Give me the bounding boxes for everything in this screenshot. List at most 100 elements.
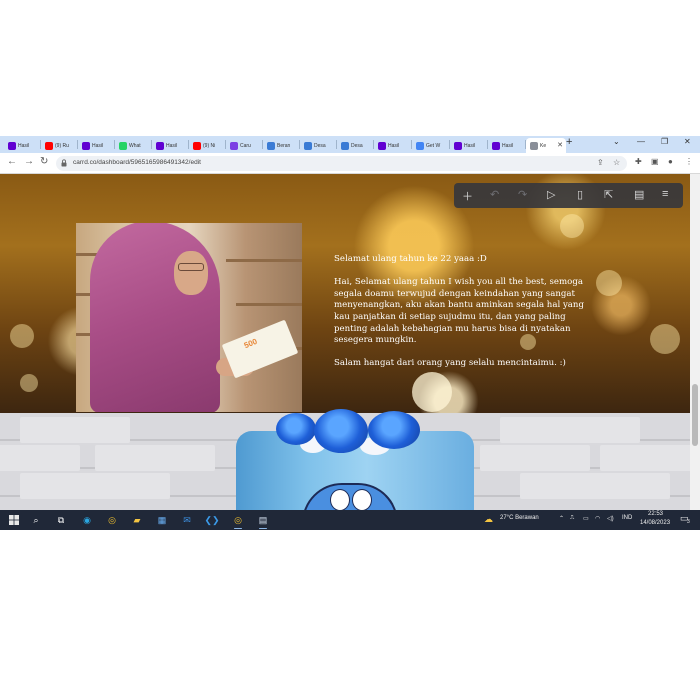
tab-label: Hasil: [92, 142, 104, 149]
close-tab-icon[interactable]: ✕: [557, 141, 563, 149]
mail-icon[interactable]: ✉: [181, 514, 193, 526]
browser-tab[interactable]: Hasil: [488, 138, 525, 153]
carrd-editor-toolbar: ＋ ↶ ↷ ▷ ▯ ⇱ ▤ ≡: [454, 183, 683, 208]
screen: Hasil (9) Ru Hasil What Hasil (9) Ni Caru Beran…: [0, 136, 700, 530]
url-text[interactable]: carrd.co/dashboard/5965165986491342/edit: [73, 159, 201, 166]
tab-label: What: [129, 142, 141, 149]
save-icon[interactable]: ▤: [634, 188, 644, 201]
bookmark-star-icon[interactable]: ☆: [613, 158, 620, 167]
person-face: [174, 251, 208, 295]
add-icon[interactable]: ＋: [462, 188, 473, 204]
browser-tab[interactable]: Hasil: [374, 138, 411, 153]
tab-label: Desa: [351, 142, 363, 149]
carrd-icon: [530, 141, 538, 150]
mobile-preview-icon[interactable]: ▯: [577, 188, 583, 201]
brick: [20, 417, 130, 443]
share-icon[interactable]: ⇪: [597, 158, 604, 167]
clock-time[interactable]: 22:53: [648, 511, 663, 517]
minimize-button[interactable]: —: [637, 137, 645, 146]
person-hijab: [90, 223, 220, 412]
page-content: 500 Selamat ulang tahun ke 22 yaaa :D Ha…: [0, 174, 690, 510]
tab-search-icon[interactable]: ⌄: [613, 137, 620, 146]
page-scrollbar[interactable]: [690, 174, 700, 510]
undo-icon[interactable]: ↶: [490, 188, 499, 201]
maximize-button[interactable]: ❐: [661, 137, 668, 146]
microsoft-store-icon[interactable]: ▦: [156, 514, 168, 526]
file-explorer-icon[interactable]: ▰: [131, 514, 143, 526]
brick: [520, 473, 670, 499]
reload-icon[interactable]: ↻: [40, 156, 48, 167]
scrollbar-thumb[interactable]: [692, 384, 698, 446]
globe-icon: [304, 141, 312, 150]
message-closing[interactable]: Salam hangat dari orang yang selalu menc…: [334, 358, 594, 370]
yahoo-icon: [8, 141, 16, 150]
cake-image-section[interactable]: [0, 409, 690, 510]
shelf: [226, 259, 302, 262]
browser-tab[interactable]: Desa: [337, 138, 373, 153]
menu-icon[interactable]: ≡: [662, 188, 668, 200]
browser-tab[interactable]: Hasil: [450, 138, 487, 153]
usb-icon[interactable]: ⎍: [570, 515, 574, 522]
windows-start-icon[interactable]: [9, 515, 19, 525]
clock-date[interactable]: 14/08/2023: [640, 520, 670, 526]
globe-icon: [267, 141, 275, 150]
battery-icon[interactable]: ▭: [583, 515, 589, 522]
extensions-icon[interactable]: ✚: [635, 157, 642, 166]
browser-tab[interactable]: (9) Ru: [41, 138, 77, 153]
tab-label: Beran: [277, 142, 291, 149]
bokeh-light: [650, 324, 680, 354]
browser-tab[interactable]: (9) Ni: [189, 138, 225, 153]
browser-tab[interactable]: Ke ✕: [526, 138, 566, 153]
globe-icon: [341, 141, 349, 150]
show-hidden-icons-icon[interactable]: ⌃: [559, 515, 564, 522]
doraemon-eye: [352, 489, 372, 510]
redo-icon[interactable]: ↷: [518, 188, 527, 201]
browser-tab[interactable]: Beran: [263, 138, 299, 153]
publish-icon[interactable]: ⇱: [604, 188, 613, 201]
close-window-button[interactable]: ✕: [684, 137, 691, 146]
weather-text[interactable]: 27°C Berawan: [500, 515, 539, 521]
tab-label: Ke: [540, 142, 547, 149]
yahoo-icon: [454, 141, 462, 150]
profile-icon[interactable]: ●: [668, 157, 673, 166]
forward-icon[interactable]: →: [24, 156, 34, 167]
volume-icon[interactable]: ◁): [607, 515, 614, 522]
wifi-icon[interactable]: ◠: [595, 515, 600, 522]
chrome-active-icon[interactable]: ◎: [232, 514, 244, 526]
running-indicator: [234, 527, 242, 529]
more-menu-icon[interactable]: ⋮: [685, 157, 693, 166]
message-body[interactable]: Hai, Selamat ulang tahun I wish you all …: [334, 277, 594, 347]
vscode-icon[interactable]: ❮❯: [204, 514, 219, 526]
brick: [0, 445, 80, 471]
browser-tab[interactable]: Get W: [412, 138, 449, 153]
chrome-icon[interactable]: ◎: [106, 514, 118, 526]
blue-rose: [314, 409, 368, 453]
whatsapp-icon: [119, 141, 127, 150]
address-bar[interactable]: carrd.co/dashboard/5965165986491342/edit…: [56, 156, 627, 171]
back-icon[interactable]: ←: [7, 156, 17, 167]
tab-label: Caru: [240, 142, 251, 149]
new-tab-button[interactable]: +: [566, 136, 572, 148]
notepad-icon[interactable]: ▤: [257, 514, 269, 526]
browser-tab[interactable]: Hasil: [152, 138, 188, 153]
google-icon: [416, 141, 424, 150]
edge-icon[interactable]: ◉: [81, 514, 93, 526]
birthday-message[interactable]: Selamat ulang tahun ke 22 yaaa :D Hai, S…: [334, 254, 594, 382]
weather-icon[interactable]: ☁: [484, 514, 493, 525]
browser-tab[interactable]: Hasil: [78, 138, 114, 153]
side-panel-icon[interactable]: ▣: [651, 157, 659, 166]
browser-tab[interactable]: What: [115, 138, 151, 153]
lock-icon[interactable]: [61, 159, 67, 167]
play-icon[interactable]: ▷: [547, 188, 555, 201]
browser-tab[interactable]: Caru: [226, 138, 262, 153]
search-icon[interactable]: ⌕: [30, 514, 42, 526]
message-heading[interactable]: Selamat ulang tahun ke 22 yaaa :D: [334, 254, 594, 266]
language-indicator[interactable]: IND: [622, 515, 632, 521]
browser-tab[interactable]: Desa: [300, 138, 336, 153]
task-view-icon[interactable]: ⧉: [55, 514, 67, 526]
photo-girl-reading-book[interactable]: 500: [76, 223, 302, 412]
blue-rose: [368, 411, 420, 449]
b-icon: [230, 141, 238, 150]
browser-tab[interactable]: Hasil: [4, 138, 40, 153]
tab-label: Desa: [314, 142, 326, 149]
